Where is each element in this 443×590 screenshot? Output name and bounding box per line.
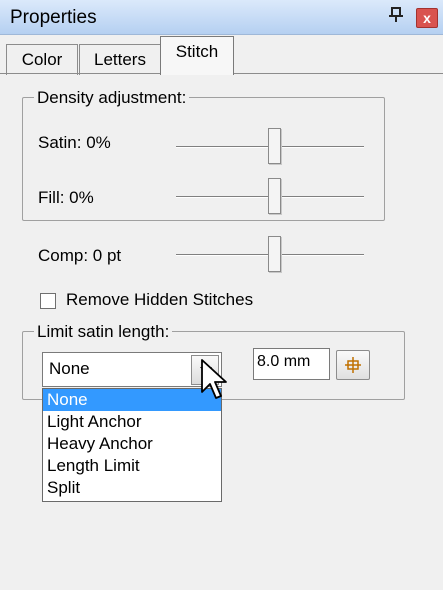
fill-slider-thumb[interactable] <box>268 178 281 214</box>
mouse-cursor-icon <box>201 359 227 399</box>
comp-slider-thumb[interactable] <box>268 236 281 272</box>
panel-title-bar: Properties x <box>0 0 443 35</box>
tab-stitch[interactable]: Stitch <box>160 36 234 75</box>
close-icon[interactable]: x <box>416 8 438 28</box>
tab-color[interactable]: Color <box>6 44 78 75</box>
length-value-text: 8.0 mm <box>257 353 311 370</box>
pin-icon[interactable] <box>386 5 406 29</box>
measure-icon <box>345 357 361 373</box>
length-value-input[interactable]: 8.0 mm <box>253 348 330 380</box>
option-split[interactable]: Split <box>43 477 221 499</box>
limit-satin-legend: Limit satin length: <box>34 322 173 342</box>
option-light-anchor[interactable]: Light Anchor <box>43 411 221 433</box>
panel-title: Properties <box>10 7 97 28</box>
remove-hidden-stitches-label[interactable]: Remove Hidden Stitches <box>66 290 253 310</box>
satin-label: Satin: 0% <box>38 133 111 152</box>
option-length-limit[interactable]: Length Limit <box>43 455 221 477</box>
option-heavy-anchor[interactable]: Heavy Anchor <box>43 433 221 455</box>
option-none[interactable]: None <box>43 389 221 411</box>
measure-button[interactable] <box>336 350 370 380</box>
limit-satin-options-list: None Light Anchor Heavy Anchor Length Li… <box>42 388 222 502</box>
limit-satin-dropdown[interactable]: None <box>42 352 222 387</box>
fill-label: Fill: 0% <box>38 188 94 207</box>
remove-hidden-stitches-checkbox[interactable] <box>40 293 56 309</box>
limit-satin-selected: None <box>49 359 90 378</box>
satin-slider-thumb[interactable] <box>268 128 281 164</box>
density-adjustment-legend: Density adjustment: <box>34 88 190 108</box>
comp-label: Comp: 0 pt <box>38 246 122 265</box>
tab-letters[interactable]: Letters <box>79 44 161 75</box>
